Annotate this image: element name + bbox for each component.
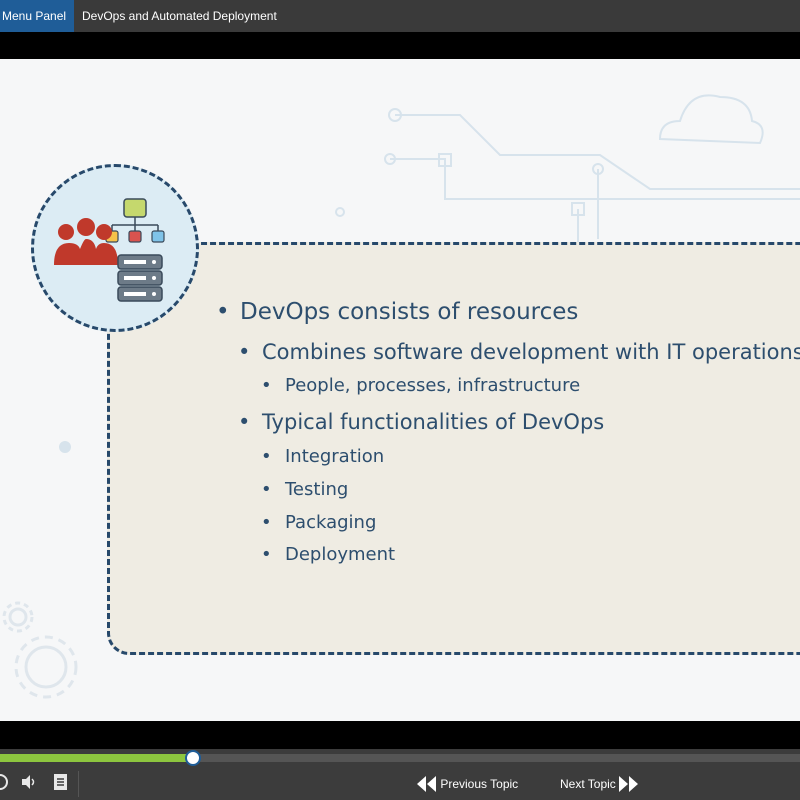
- progress-fill: [0, 754, 192, 762]
- bullet-item: • Testing: [261, 479, 349, 500]
- double-chevron-left-icon: [417, 775, 436, 792]
- next-topic-label: Next Topic: [560, 776, 616, 791]
- previous-topic-button[interactable]: Previous Topic: [417, 774, 518, 792]
- bullet-item: • Integration: [261, 446, 385, 467]
- control-divider: [78, 771, 79, 797]
- previous-topic-label: Previous Topic: [440, 776, 519, 791]
- play-pause-icon[interactable]: [0, 773, 8, 796]
- menu-panel-label: e Menu Panel: [0, 9, 67, 23]
- menu-panel-button[interactable]: e Menu Panel: [0, 0, 74, 32]
- bullet-item: • Deployment: [261, 544, 396, 565]
- course-title: DevOps and Automated Deployment: [82, 9, 277, 23]
- bullet-item: • Packaging: [261, 512, 377, 533]
- bullet-item: • Typical functionalities of DevOps: [238, 410, 605, 434]
- progress-bar[interactable]: [0, 750, 800, 766]
- double-chevron-right-icon: [619, 775, 639, 792]
- devops-illustration: [31, 164, 199, 332]
- letterbox-bottom: [0, 721, 800, 749]
- player-controls: Previous Topic Next Topic: [0, 749, 800, 800]
- next-topic-button[interactable]: Next Topic: [560, 774, 639, 792]
- people-server-hierarchy-icon: [54, 198, 165, 302]
- bullet-item: • DevOps consists of resources: [216, 299, 579, 325]
- bullet-item: • People, processes, infrastructure: [261, 375, 581, 396]
- top-bar: e Menu Panel DevOps and Automated Deploy…: [0, 0, 800, 32]
- progress-handle[interactable]: [185, 750, 201, 766]
- volume-icon[interactable]: [20, 773, 38, 796]
- gear-icon: [2, 601, 78, 699]
- slide-canvas: • DevOps consists of resources • Combines …: [0, 59, 800, 721]
- bullet-item: • Combines software development with IT o…: [238, 340, 800, 364]
- transcript-icon[interactable]: [53, 773, 69, 796]
